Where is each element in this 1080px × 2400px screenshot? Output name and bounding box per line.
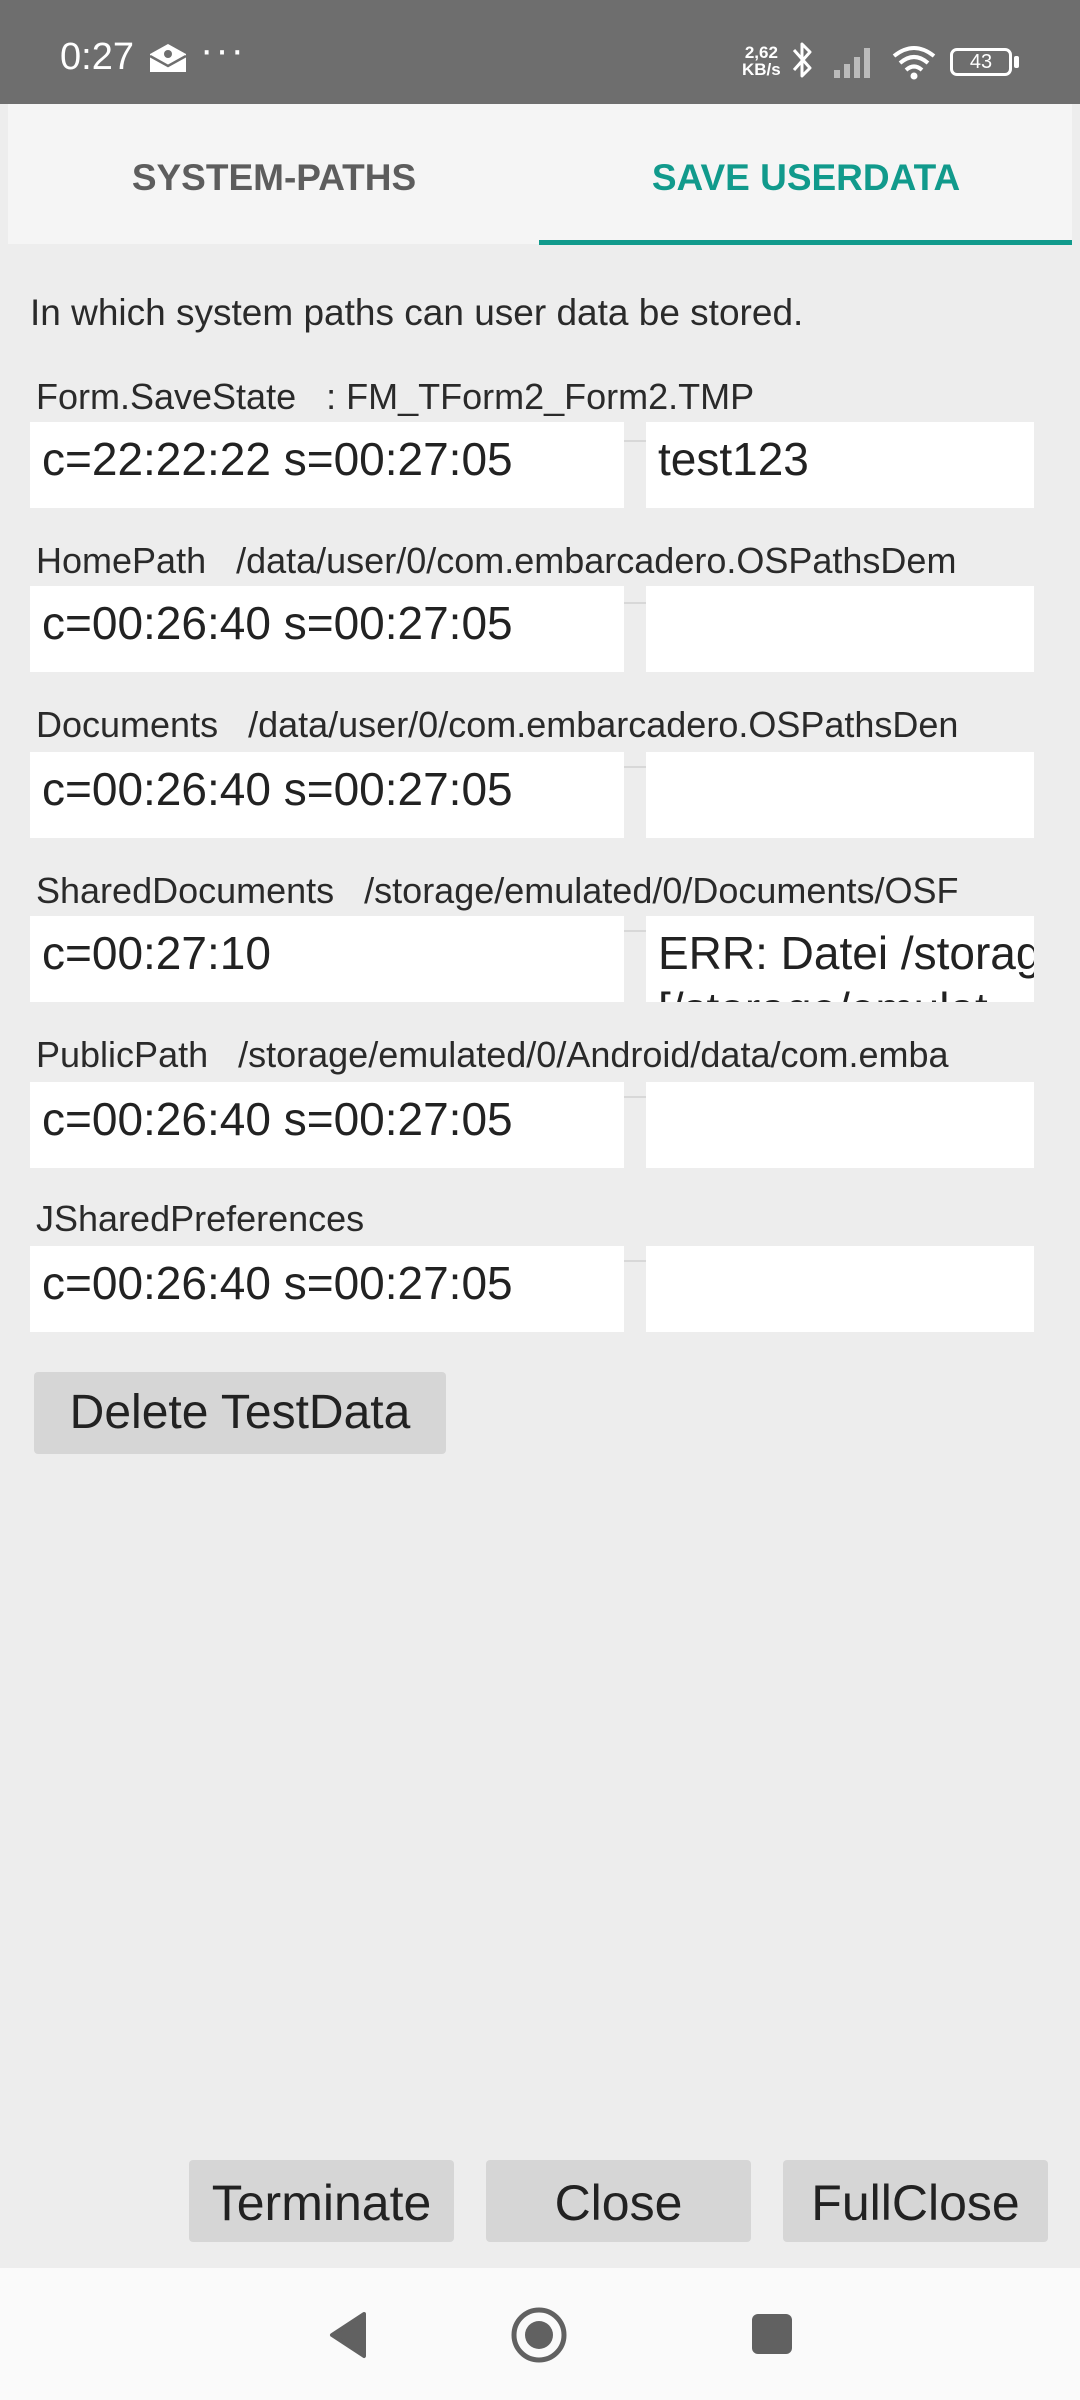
row-label-shareddocuments: SharedDocuments /storage/emulated/0/Docu… xyxy=(36,870,959,911)
value-field-publicpath[interactable] xyxy=(646,1082,1034,1168)
network-speed-unit: KB/s xyxy=(742,60,781,79)
battery-level: 43 xyxy=(969,51,993,73)
error-message-continuation: [/storage/emulat xyxy=(658,982,988,1002)
timestamp-field-jsharedpreferences[interactable]: c=00:26:40 s=00:27:05 xyxy=(30,1246,624,1332)
row-label-form-savestate: Form.SaveState : FM_TForm2_Form2.TMP xyxy=(36,376,755,417)
field-divider xyxy=(624,930,646,932)
tab-system-paths[interactable]: SYSTEM-PATHS xyxy=(8,104,540,244)
tab-save-userdata[interactable]: SAVE USERDATA xyxy=(540,104,1072,244)
battery-tip xyxy=(1014,56,1019,68)
timestamp-field-publicpath[interactable]: c=00:26:40 s=00:27:05 xyxy=(30,1082,624,1168)
timestamp-field-shareddocuments[interactable]: c=00:27:10 xyxy=(30,916,624,1002)
field-divider xyxy=(624,766,646,768)
network-speed-value: 2,62 xyxy=(744,43,778,62)
status-bar: 0:27 ··· 2,62 KB/s 43 xyxy=(0,0,1080,104)
row-label-jsharedpreferences: JSharedPreferences xyxy=(36,1198,365,1239)
timestamp-field-documents[interactable]: c=00:26:40 s=00:27:05 xyxy=(30,752,624,838)
mail-icon xyxy=(149,44,187,72)
field-divider xyxy=(624,1096,646,1098)
row-label-documents: Documents /data/user/0/com.embarcadero.O… xyxy=(36,704,959,745)
error-message: ERR: Datei /storag xyxy=(658,927,1034,979)
navigation-bar xyxy=(0,2268,1080,2400)
value-field-homepath[interactable] xyxy=(646,586,1034,672)
field-divider xyxy=(624,1260,646,1262)
network-speed: 2,62 KB/s xyxy=(742,44,781,78)
terminate-button[interactable]: Terminate xyxy=(189,2160,454,2242)
close-button[interactable]: Close xyxy=(486,2160,751,2242)
timestamp-field-homepath[interactable]: c=00:26:40 s=00:27:05 xyxy=(30,586,624,672)
back-icon[interactable] xyxy=(326,2310,368,2360)
battery-icon: 43 xyxy=(950,48,1012,76)
description-text: In which system paths can user data be s… xyxy=(30,292,804,333)
value-field-documents[interactable] xyxy=(646,752,1034,838)
tab-bar: SYSTEM-PATHS SAVE USERDATA xyxy=(8,104,1072,245)
value-field-form-savestate[interactable]: test123 xyxy=(646,422,1034,508)
more-notifications-icon: ··· xyxy=(200,28,246,72)
status-time: 0:27 xyxy=(60,36,134,78)
bluetooth-icon xyxy=(792,42,812,78)
value-field-shareddocuments[interactable]: ERR: Datei /storag [/storage/emulat xyxy=(646,916,1034,1002)
recent-apps-icon[interactable] xyxy=(752,2314,792,2354)
active-tab-indicator xyxy=(539,240,1072,245)
value-field-jsharedpreferences[interactable] xyxy=(646,1246,1034,1332)
field-divider xyxy=(624,602,646,604)
home-icon[interactable] xyxy=(510,2306,568,2364)
fullclose-button[interactable]: FullClose xyxy=(783,2160,1048,2242)
signal-icon xyxy=(834,48,870,78)
row-label-homepath: HomePath /data/user/0/com.embarcadero.OS… xyxy=(36,540,957,581)
row-label-publicpath: PublicPath /storage/emulated/0/Android/d… xyxy=(36,1034,949,1075)
wifi-icon xyxy=(892,46,936,80)
timestamp-field-form-savestate[interactable]: c=22:22:22 s=00:27:05 xyxy=(30,422,624,508)
field-divider xyxy=(624,440,646,442)
delete-testdata-button[interactable]: Delete TestData xyxy=(34,1372,446,1454)
